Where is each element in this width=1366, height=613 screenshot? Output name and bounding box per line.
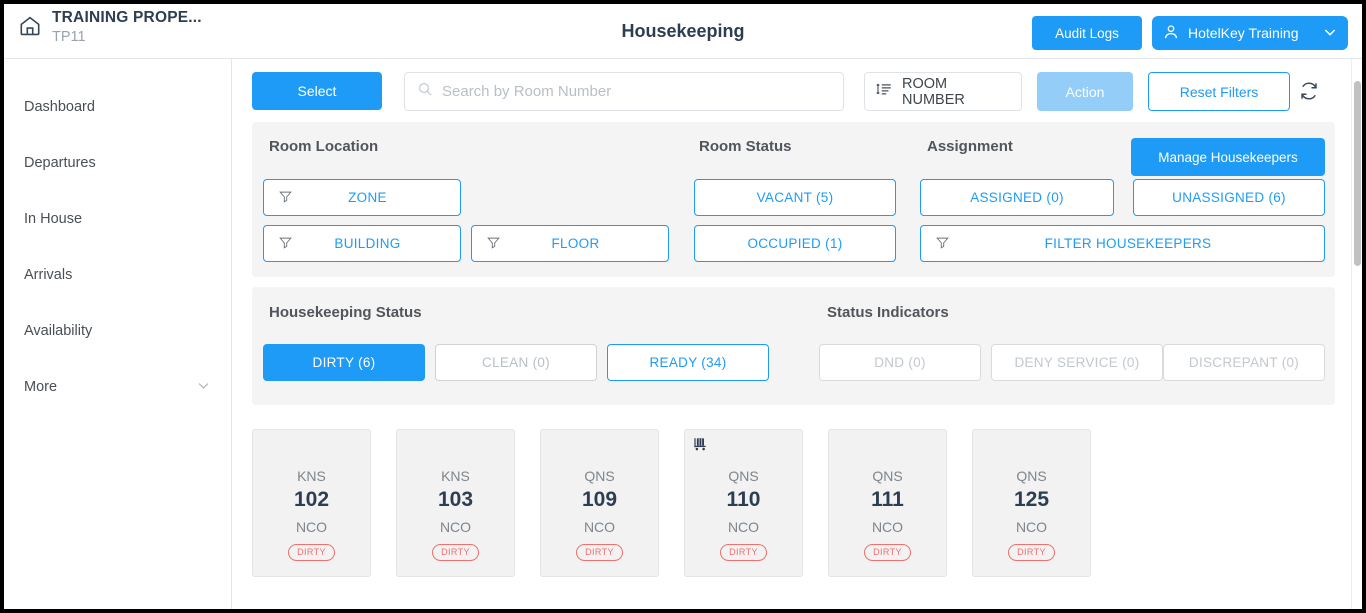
- sidebar-item-label: Arrivals: [24, 267, 211, 283]
- room-card-grid: KNS 102 NCO DIRTY KNS 103 NCO DIRTY QNS …: [252, 429, 1352, 577]
- assignment-label: Assignment: [927, 138, 1013, 155]
- clean-status-button[interactable]: CLEAN (0): [435, 344, 597, 381]
- room-number: 110: [685, 488, 802, 512]
- funnel-icon: [278, 235, 293, 253]
- room-number: 125: [973, 488, 1090, 512]
- room-type: KNS: [397, 468, 514, 484]
- main-content: Select Search by Room Number ROOM NUMBER: [233, 59, 1362, 609]
- room-type: QNS: [829, 468, 946, 484]
- room-number: 109: [541, 488, 658, 512]
- filter-toolbar: Select Search by Room Number ROOM NUMBER: [233, 64, 1351, 116]
- sidebar-item-label: Dashboard: [24, 99, 211, 115]
- room-number: 102: [253, 488, 370, 512]
- sidebar-item-arrivals[interactable]: Arrivals: [4, 247, 231, 303]
- room-number: 103: [397, 488, 514, 512]
- sidebar-item-dashboard[interactable]: Dashboard: [4, 79, 231, 135]
- room-occupancy: NCO: [253, 519, 370, 535]
- room-card[interactable]: KNS 103 NCO DIRTY: [396, 429, 515, 577]
- sidebar-item-departures[interactable]: Departures: [4, 135, 231, 191]
- vacant-filter-button[interactable]: VACANT (5): [694, 179, 896, 216]
- room-status-label: Room Status: [699, 138, 792, 155]
- floor-filter-button[interactable]: FLOOR: [471, 225, 669, 262]
- filter-housekeepers-label: FILTER HOUSEKEEPERS: [950, 236, 1324, 251]
- luggage-cart-icon: [692, 436, 710, 459]
- refresh-icon: [1298, 80, 1320, 105]
- occupied-filter-button[interactable]: OCCUPIED (1): [694, 225, 896, 262]
- sort-by-selector[interactable]: ROOM NUMBER: [864, 72, 1022, 111]
- room-occupancy: NCO: [541, 519, 658, 535]
- chevron-down-icon: [196, 378, 211, 397]
- zone-filter-label: ZONE: [293, 190, 460, 205]
- room-location-label: Room Location: [269, 138, 378, 155]
- status-badge: DIRTY: [864, 544, 911, 561]
- unassigned-filter-button[interactable]: UNASSIGNED (6): [1133, 179, 1325, 216]
- assigned-filter-button[interactable]: ASSIGNED (0): [920, 179, 1114, 216]
- sidebar-item-more[interactable]: More: [4, 359, 231, 415]
- room-card[interactable]: QNS 111 NCO DIRTY: [828, 429, 947, 577]
- room-occupancy: NCO: [685, 519, 802, 535]
- building-filter-button[interactable]: BUILDING: [263, 225, 461, 262]
- search-icon: [417, 81, 433, 102]
- search-input[interactable]: Search by Room Number: [404, 72, 844, 111]
- room-card[interactable]: QNS 110 NCO DIRTY: [684, 429, 803, 577]
- funnel-icon: [935, 235, 950, 253]
- building-filter-label: BUILDING: [293, 236, 460, 251]
- room-occupancy: NCO: [973, 519, 1090, 535]
- funnel-icon: [278, 189, 293, 207]
- room-card[interactable]: KNS 102 NCO DIRTY: [252, 429, 371, 577]
- user-menu-button[interactable]: HotelKey Training: [1152, 16, 1348, 50]
- status-indicators-label: Status Indicators: [827, 304, 949, 321]
- sidebar-item-label: Availability: [24, 323, 211, 339]
- search-placeholder: Search by Room Number: [442, 83, 611, 100]
- room-type: QNS: [541, 468, 658, 484]
- sidebar-item-label: More: [24, 379, 196, 395]
- vertical-scrollbar[interactable]: [1351, 59, 1362, 609]
- sidebar-item-availability[interactable]: Availability: [4, 303, 231, 359]
- room-type: QNS: [685, 468, 802, 484]
- sidebar-item-in-house[interactable]: In House: [4, 191, 231, 247]
- filters-panel: Room Location Room Status Assignment Man…: [252, 122, 1335, 277]
- room-type: QNS: [973, 468, 1090, 484]
- sidebar-nav: Dashboard Departures In House Arrivals A…: [4, 59, 232, 609]
- user-name: HotelKey Training: [1188, 25, 1314, 41]
- refresh-button[interactable]: [1293, 76, 1325, 108]
- status-badge: DIRTY: [1008, 544, 1055, 561]
- scrollbar-thumb[interactable]: [1354, 81, 1361, 266]
- select-button[interactable]: Select: [252, 72, 382, 110]
- reset-filters-button[interactable]: Reset Filters: [1148, 72, 1290, 111]
- room-occupancy: NCO: [829, 519, 946, 535]
- filter-housekeepers-button[interactable]: FILTER HOUSEKEEPERS: [920, 225, 1325, 262]
- deny-service-indicator-button[interactable]: DENY SERVICE (0): [991, 344, 1163, 381]
- action-button[interactable]: Action: [1037, 72, 1133, 111]
- housekeeping-status-label: Housekeeping Status: [269, 304, 422, 321]
- app-window: TRAINING PROPE... TP11 Housekeeping Audi…: [4, 4, 1362, 609]
- status-badge: DIRTY: [720, 544, 767, 561]
- sort-list-icon: [875, 80, 893, 103]
- discrepant-indicator-button[interactable]: DISCREPANT (0): [1163, 344, 1325, 381]
- room-occupancy: NCO: [397, 519, 514, 535]
- room-number: 111: [829, 488, 946, 512]
- dirty-status-button[interactable]: DIRTY (6): [263, 344, 425, 381]
- zone-filter-button[interactable]: ZONE: [263, 179, 461, 216]
- audit-logs-button[interactable]: Audit Logs: [1032, 16, 1142, 50]
- status-badge: DIRTY: [576, 544, 623, 561]
- funnel-icon: [486, 235, 501, 253]
- sort-by-label: ROOM NUMBER: [902, 76, 1011, 108]
- manage-housekeepers-button[interactable]: Manage Housekeepers: [1131, 138, 1325, 176]
- room-card[interactable]: QNS 109 NCO DIRTY: [540, 429, 659, 577]
- top-header-bar: TRAINING PROPE... TP11 Housekeeping Audi…: [4, 4, 1362, 59]
- status-badge: DIRTY: [288, 544, 335, 561]
- status-badge: DIRTY: [432, 544, 479, 561]
- dnd-indicator-button[interactable]: DND (0): [819, 344, 981, 381]
- user-icon: [1162, 23, 1180, 44]
- ready-status-button[interactable]: READY (34): [607, 344, 769, 381]
- room-card[interactable]: QNS 125 NCO DIRTY: [972, 429, 1091, 577]
- room-type: KNS: [253, 468, 370, 484]
- floor-filter-label: FLOOR: [501, 236, 668, 251]
- sidebar-item-label: Departures: [24, 155, 211, 171]
- status-panel: Housekeeping Status Status Indicators DI…: [252, 287, 1335, 405]
- chevron-down-icon: [1322, 24, 1338, 43]
- sidebar-item-label: In House: [24, 211, 211, 227]
